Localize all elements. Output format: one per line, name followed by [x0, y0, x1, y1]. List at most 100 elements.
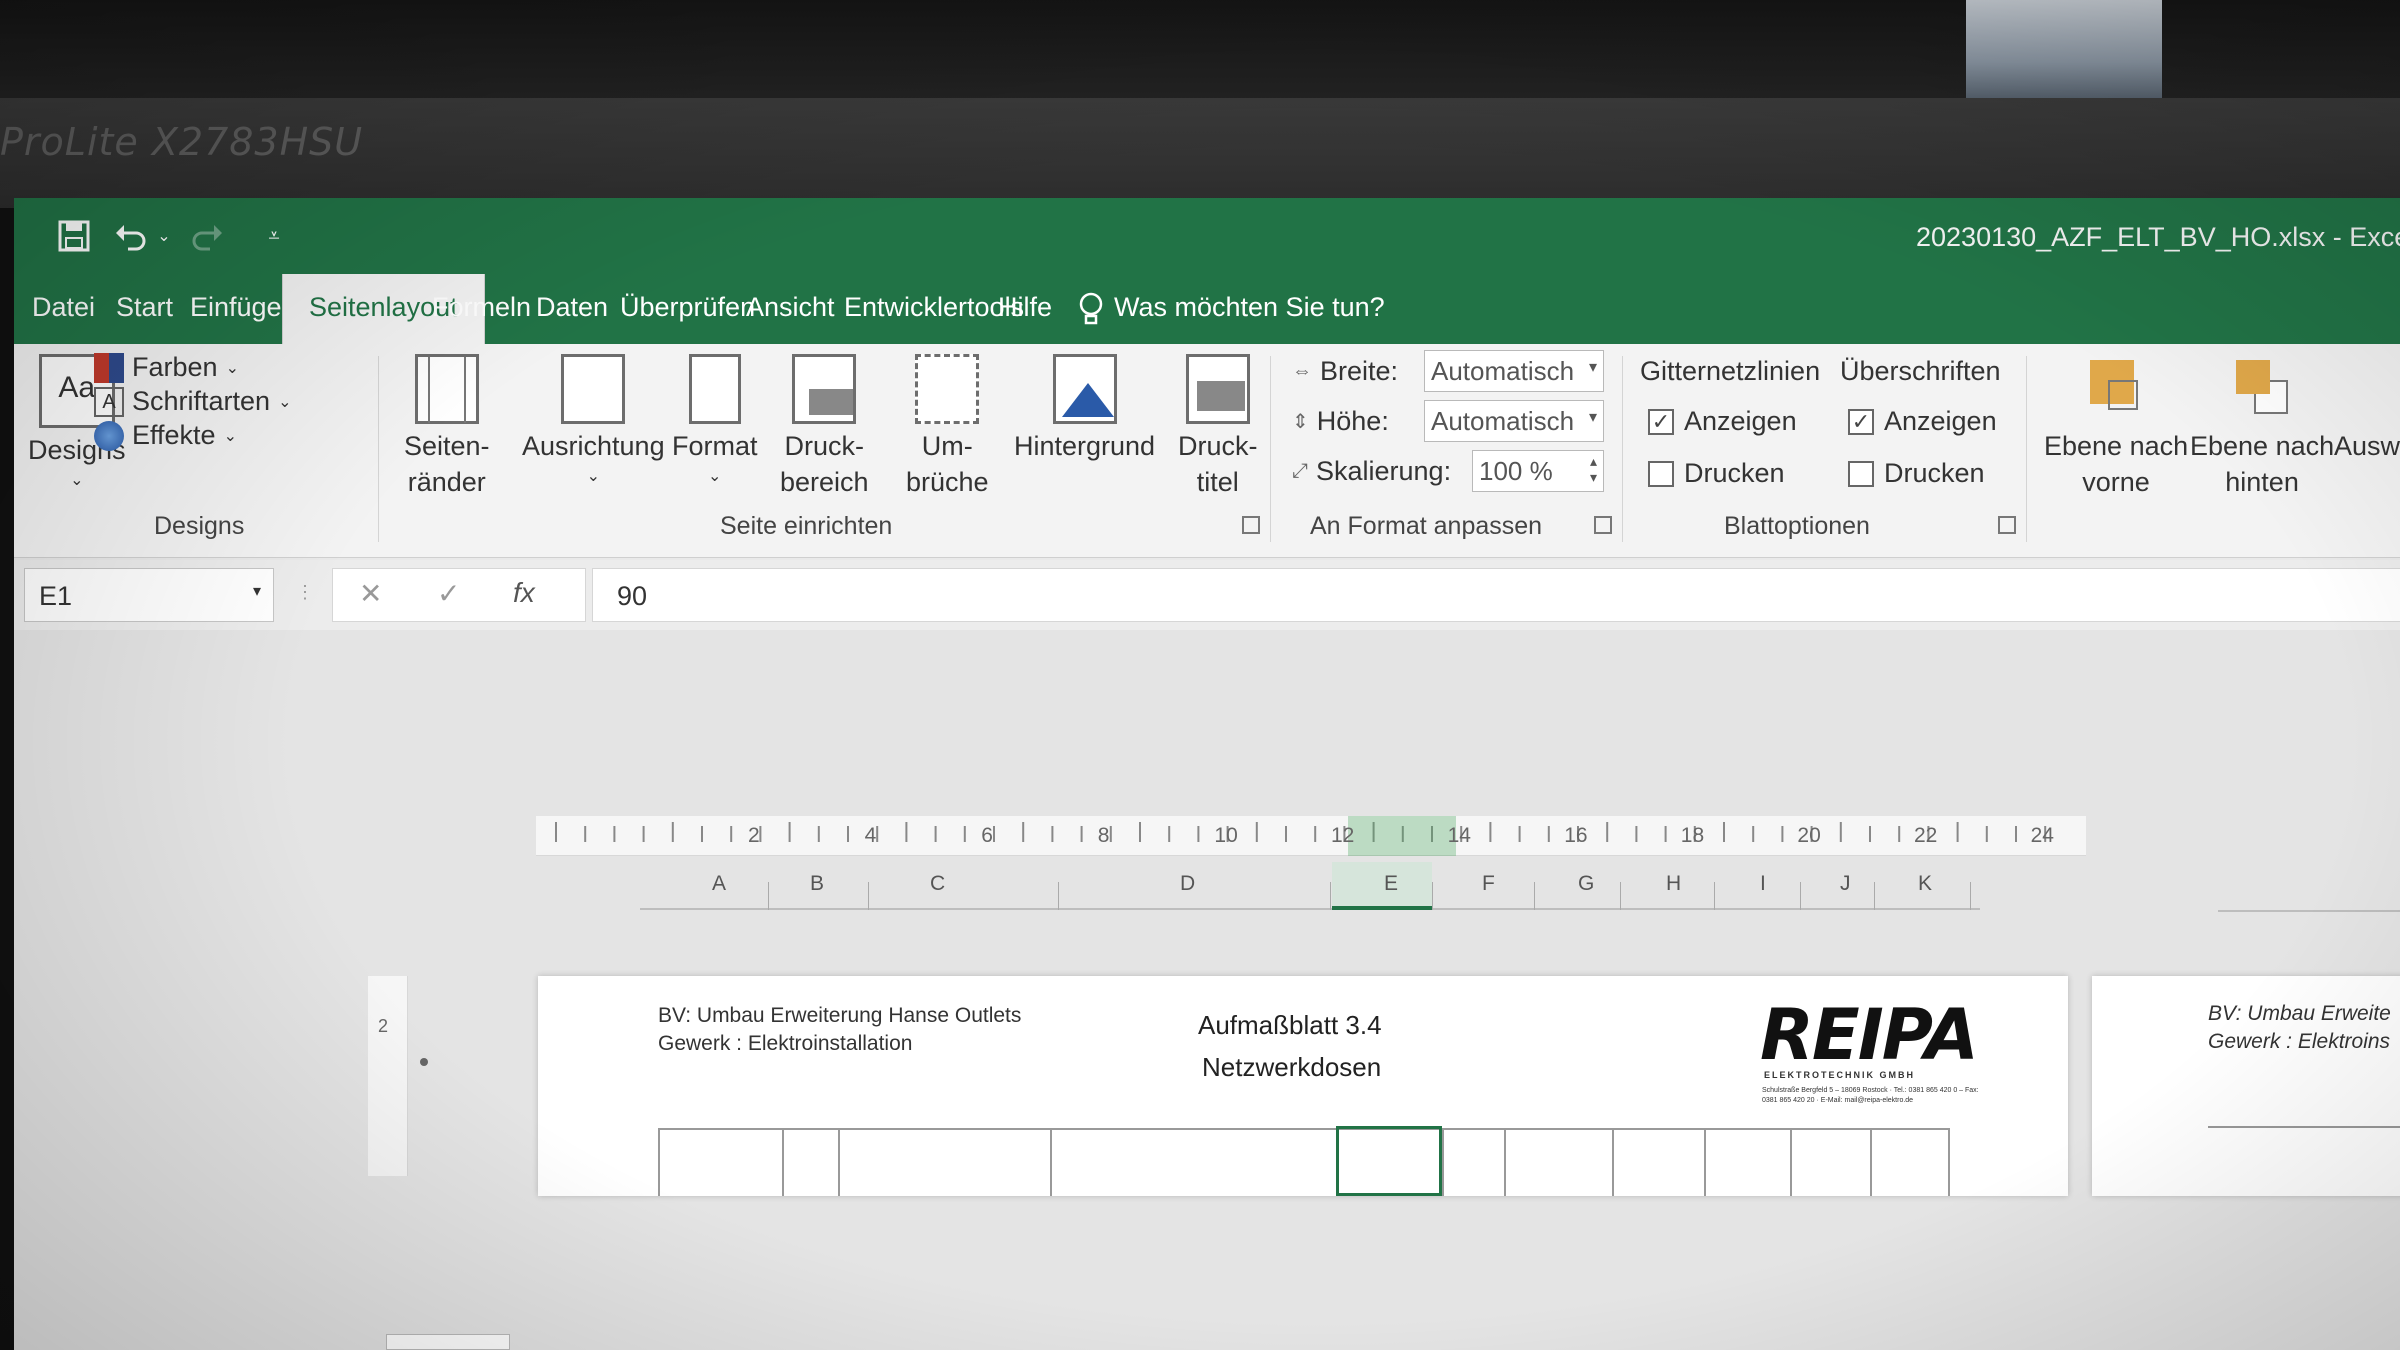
- lightbulb-icon[interactable]: [1078, 292, 1104, 333]
- column-divider[interactable]: [1432, 882, 1433, 910]
- page-size-icon: [688, 354, 741, 424]
- scale-label: Skalierung:: [1316, 456, 1452, 486]
- name-box[interactable]: E1 ▾: [24, 568, 274, 622]
- column-divider[interactable]: [1330, 882, 1331, 910]
- column-header-b[interactable]: B: [810, 872, 824, 896]
- spinner-arrows-icon[interactable]: ▴ ▾: [1590, 453, 1597, 485]
- column-divider[interactable]: [868, 882, 869, 910]
- sheet-options-launcher-icon[interactable]: [1998, 516, 2016, 534]
- save-icon[interactable]: [54, 216, 94, 256]
- column-header-k[interactable]: K: [1918, 872, 1932, 896]
- tab-datei[interactable]: Datei: [32, 292, 95, 323]
- confirm-icon[interactable]: ✓: [437, 577, 460, 610]
- row-header-1[interactable]: [386, 1334, 510, 1350]
- tab-ansicht[interactable]: Ansicht: [746, 292, 835, 323]
- customize-icon[interactable]: ⩡: [254, 216, 294, 256]
- column-headers: A B C D E F G H I J K: [640, 862, 1980, 910]
- orientation-button[interactable]: Ausrichtung ⌄: [522, 354, 665, 486]
- project-label: BV: Umbau Erweiterung Hanse Outlets: [658, 1004, 1022, 1027]
- document-title: 20230130_AZF_ELT_BV_HO.xlsx - Excel: [1916, 222, 2400, 252]
- bring-forward-button[interactable]: Ebene nach vorne: [2044, 354, 2188, 500]
- size-button[interactable]: Format ⌄: [672, 354, 758, 486]
- column-divider[interactable]: [1800, 882, 1801, 910]
- fonts-label: Schriftarten: [132, 386, 271, 416]
- undo-dropdown-icon[interactable]: ⌄: [144, 216, 184, 256]
- print-page: BV: Umbau Erweiterung Hanse Outlets Gewe…: [538, 976, 2068, 1196]
- gridlines-print-checkbox[interactable]: Drucken: [1648, 458, 1785, 489]
- width-label-row: ⇔ Breite:: [1292, 356, 1398, 387]
- column-divider[interactable]: [1534, 882, 1535, 910]
- width-label: Breite:: [1320, 356, 1399, 386]
- breaks-button[interactable]: Um- brüche: [906, 354, 989, 500]
- tab-start[interactable]: Start: [116, 292, 173, 323]
- column-header-h[interactable]: H: [1666, 872, 1681, 896]
- scale-spinner[interactable]: 100 % ▴ ▾: [1472, 450, 1604, 492]
- column-header-g[interactable]: G: [1578, 872, 1594, 896]
- column-header-a[interactable]: A: [712, 872, 726, 896]
- column-header-f[interactable]: F: [1482, 872, 1495, 896]
- column-highlight: [1332, 862, 1432, 910]
- table-column-line: [1948, 1128, 1950, 1196]
- tell-me-search[interactable]: Was möchten Sie tun?: [1114, 292, 1385, 323]
- sheet-subtitle: Netzwerkdosen: [1202, 1052, 1382, 1082]
- table-top-border: [658, 1128, 1948, 1130]
- send-backward-button[interactable]: Ebene nach hinten: [2190, 354, 2334, 500]
- width-dropdown[interactable]: Automatisch ▾: [1424, 350, 1604, 392]
- fonts-button[interactable]: A Schriftarten ⌄: [94, 386, 291, 417]
- ruler-number: 22: [1914, 824, 1938, 847]
- column-header-j[interactable]: J: [1840, 872, 1851, 896]
- insert-function-icon[interactable]: fx: [513, 577, 535, 609]
- column-divider[interactable]: [1714, 882, 1715, 910]
- headings-print-checkbox[interactable]: Drucken: [1848, 458, 1985, 489]
- column-header-i[interactable]: I: [1760, 872, 1766, 896]
- page-setup-launcher-icon[interactable]: [1242, 516, 1260, 534]
- column-header-e[interactable]: E: [1384, 872, 1398, 896]
- scale-to-fit-launcher-icon[interactable]: [1594, 516, 1612, 534]
- table-column-line: [1870, 1128, 1872, 1196]
- ribbon-tabs: Datei Start Einfügen Seitenlayout Formel…: [14, 274, 2400, 344]
- background-button[interactable]: Hintergrund: [1014, 354, 1155, 464]
- height-dropdown[interactable]: Automatisch ▾: [1424, 400, 1604, 442]
- headings-view-label: Anzeigen: [1884, 406, 1997, 436]
- print-area-button[interactable]: Druck- bereich: [780, 354, 869, 500]
- chevron-down-icon[interactable]: ▾: [253, 581, 261, 601]
- ruler-number: 2: [748, 824, 760, 847]
- tab-einfuegen[interactable]: Einfügen: [190, 292, 297, 323]
- headings-view-checkbox[interactable]: ✓ Anzeigen: [1848, 406, 1997, 437]
- cancel-icon[interactable]: ✕: [359, 577, 382, 610]
- checkbox-empty-icon: [1648, 460, 1674, 487]
- formula-input[interactable]: 90: [592, 568, 2400, 622]
- tab-formeln[interactable]: Formeln: [432, 292, 531, 323]
- print-titles-button[interactable]: Druck- titel: [1178, 354, 1258, 500]
- column-header-d[interactable]: D: [1180, 872, 1195, 896]
- chevron-down-icon: ⌄: [225, 359, 239, 377]
- tab-ueberpruefen[interactable]: Überprüfen: [620, 292, 755, 323]
- print-titles-label-2: titel: [1196, 467, 1239, 497]
- ruler-number: 16: [1564, 824, 1588, 847]
- width-icon: ⇔: [1292, 360, 1312, 382]
- column-divider[interactable]: [1620, 882, 1621, 910]
- column-divider[interactable]: [768, 882, 769, 910]
- gridlines-view-checkbox[interactable]: ✓ Anzeigen: [1648, 406, 1797, 437]
- send-backward-label-1: Ebene nach: [2190, 431, 2335, 461]
- column-header-l[interactable]: [2218, 872, 2400, 912]
- ruler-number: 18: [1680, 824, 1705, 847]
- effects-button[interactable]: Effekte ⌄: [94, 420, 237, 451]
- ruler-number: 14: [1447, 824, 1471, 847]
- column-divider[interactable]: [1058, 882, 1059, 910]
- tab-daten[interactable]: Daten: [536, 292, 608, 323]
- selection-pane-icon: [2334, 354, 2394, 424]
- column-divider[interactable]: [1874, 882, 1875, 910]
- margins-button[interactable]: Seiten- ränder: [404, 354, 490, 500]
- column-header-c[interactable]: C: [930, 872, 945, 896]
- colors-button[interactable]: Farben ⌄: [94, 352, 239, 383]
- select-all-corner[interactable]: [420, 1058, 428, 1066]
- reipa-address-text: Schulstraße Bergfeld 5 – 18069 Rostock ·…: [1762, 1087, 1979, 1104]
- reipa-logo-subtitle: ELEKTROTECHNIK GMBH: [1764, 1070, 1915, 1080]
- column-divider[interactable]: [1970, 882, 1971, 910]
- tab-hilfe[interactable]: Hilfe: [998, 292, 1052, 323]
- bring-forward-label-2: vorne: [2082, 467, 2150, 497]
- selection-pane-button[interactable]: Ausw: [2334, 354, 2400, 464]
- group-label-scale-to-fit: An Format anpassen: [1310, 512, 1543, 540]
- selected-cell-e1[interactable]: [1336, 1126, 1442, 1196]
